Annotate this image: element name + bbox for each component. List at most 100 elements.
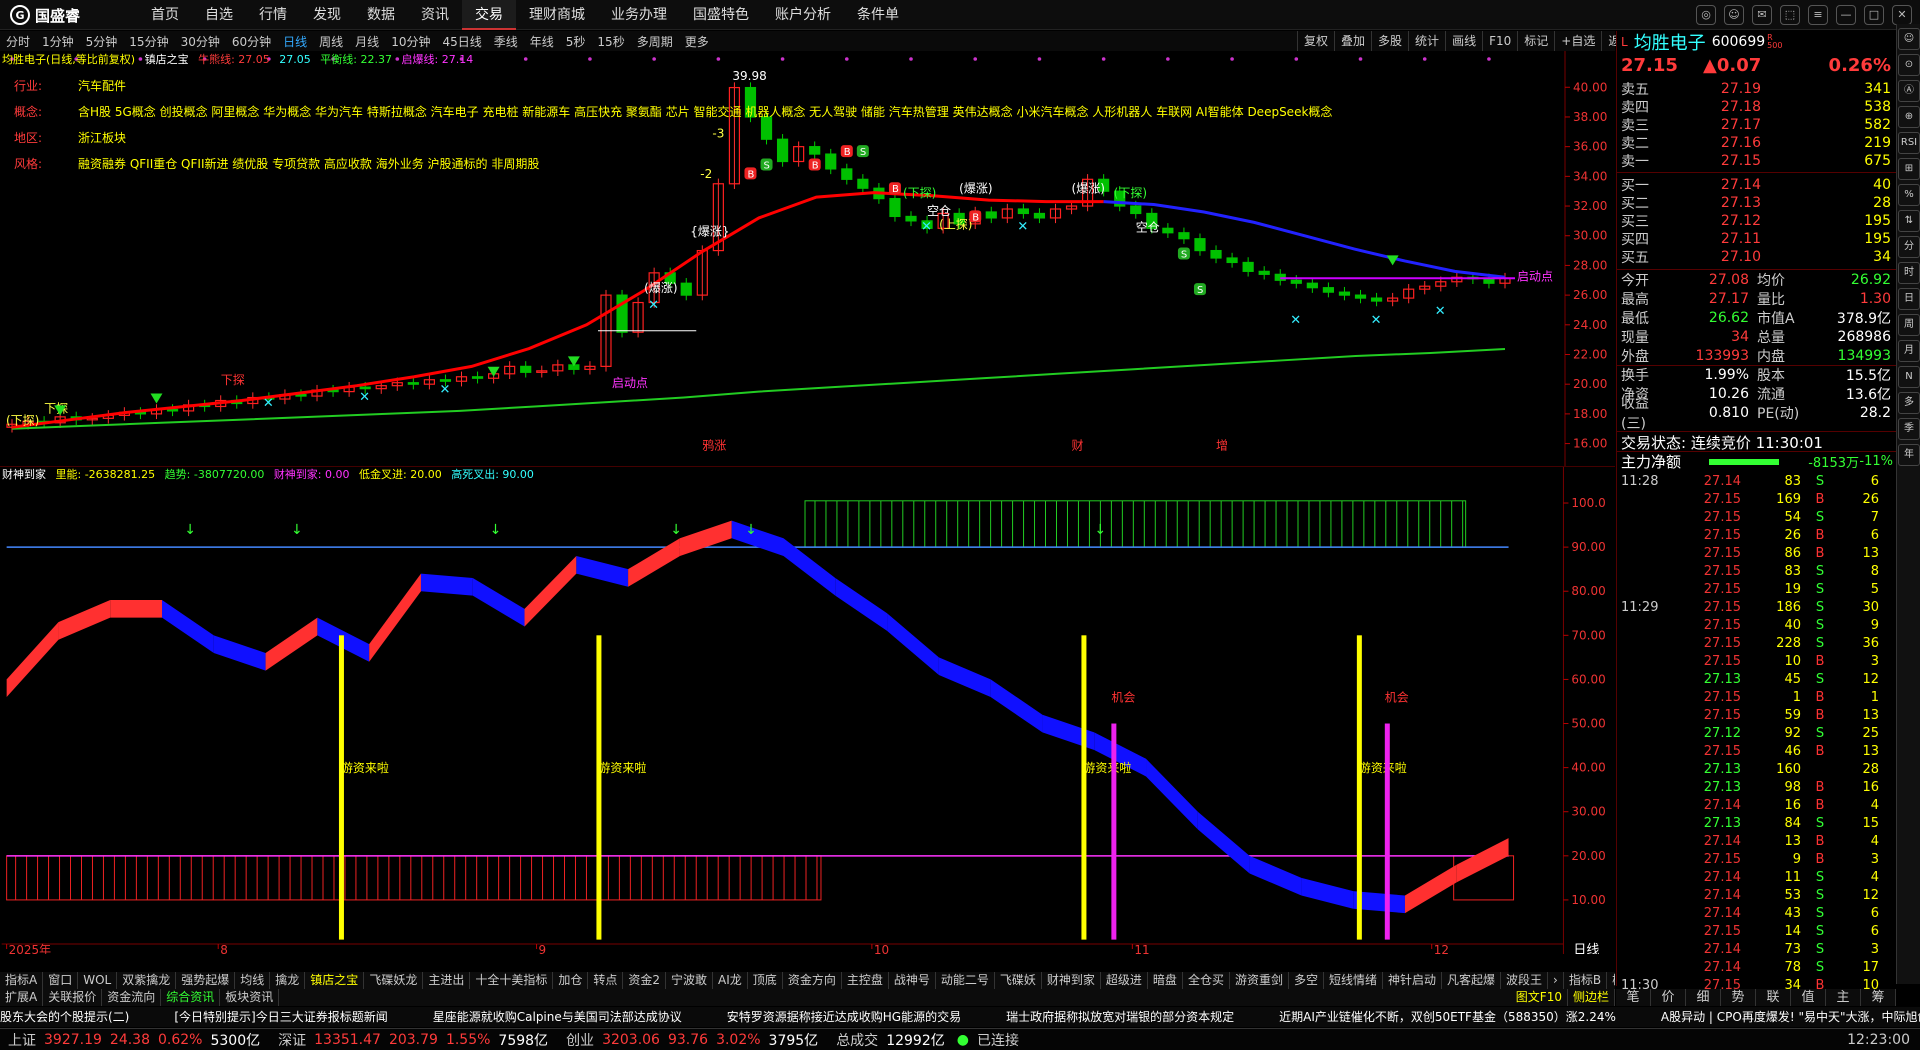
news-item-2[interactable]: 星座能源就收购Calpine与美国司法部达成协议 xyxy=(433,1010,682,1024)
indicator-tab-right-1[interactable]: 模板 xyxy=(1607,972,1615,989)
app-logo[interactable]: G 国盛睿 xyxy=(10,5,80,25)
indicator-tab-17[interactable]: 资金方向 xyxy=(783,972,842,989)
detail-tab-7[interactable]: 筹 xyxy=(1861,989,1896,1006)
indicator-tab-11[interactable]: 加仓 xyxy=(553,972,589,989)
indicator-tab-15[interactable]: AI龙 xyxy=(713,972,748,989)
period-2[interactable]: 5分钟 xyxy=(80,33,124,50)
news-item-0[interactable]: 股东大会的个股提示(二) xyxy=(0,1010,129,1024)
indicator-tab-9[interactable]: 主进出 xyxy=(423,972,471,989)
menu-item-11[interactable]: 条件单 xyxy=(844,0,912,30)
indicator-tab-16[interactable]: 顶底 xyxy=(748,972,783,989)
indicator-tab-26[interactable]: 游资重剑 xyxy=(1230,972,1289,989)
detail-tab-1[interactable]: 价 xyxy=(1651,989,1686,1006)
period-14[interactable]: 15秒 xyxy=(591,33,630,50)
period-11[interactable]: 季线 xyxy=(488,33,524,50)
indicator-tab-more[interactable]: › xyxy=(1548,972,1564,989)
indicator-tab-right-0[interactable]: 指标B xyxy=(1564,972,1608,989)
ext-tab-3[interactable]: 综合资讯 xyxy=(161,989,221,1006)
indicator-tab-27[interactable]: 多空 xyxy=(1289,972,1324,989)
ext-right-1[interactable]: 侧边栏 xyxy=(1568,989,1615,1006)
period-4[interactable]: 30分钟 xyxy=(175,33,226,50)
chat-icon[interactable]: ◎ xyxy=(1696,5,1716,25)
maximize-icon[interactable]: □ xyxy=(1864,5,1884,25)
indicator-tab-28[interactable]: 短线情绪 xyxy=(1324,972,1383,989)
chart-tool-2[interactable]: 多股 xyxy=(1371,31,1408,51)
sidebar-btn-8[interactable]: 分 xyxy=(1898,236,1920,258)
menu-item-3[interactable]: 发现 xyxy=(300,0,354,30)
period-9[interactable]: 10分钟 xyxy=(385,33,436,50)
menu-item-6[interactable]: 交易 xyxy=(462,0,516,30)
period-5[interactable]: 60分钟 xyxy=(226,33,277,50)
period-8[interactable]: 月线 xyxy=(349,33,385,50)
sidebar-btn-3[interactable]: ⊕ xyxy=(1898,106,1920,128)
period-6[interactable]: 日线 xyxy=(277,33,313,50)
menu-item-2[interactable]: 行情 xyxy=(246,0,300,30)
chart-tool-4[interactable]: 画线 xyxy=(1445,31,1482,51)
indicator-tab-31[interactable]: 波段王 xyxy=(1501,972,1549,989)
sidebar-btn-9[interactable]: 时 xyxy=(1898,262,1920,284)
indicator-tab-3[interactable]: 双紫擒龙 xyxy=(117,972,177,989)
indicator-tab-12[interactable]: 转点 xyxy=(588,972,624,989)
sidebar-btn-1[interactable]: ⊙ xyxy=(1898,54,1920,76)
indicator-tab-7[interactable]: 镇店之宝 xyxy=(305,972,365,989)
indicator-tab-25[interactable]: 全仓买 xyxy=(1183,972,1230,989)
sidebar-btn-12[interactable]: 月 xyxy=(1898,340,1920,362)
indicator-tab-2[interactable]: WOL xyxy=(78,972,118,989)
indicator-tab-5[interactable]: 均线 xyxy=(235,972,271,989)
indicator-tab-23[interactable]: 超级进 xyxy=(1101,972,1148,989)
status-sz-label[interactable]: 深证 xyxy=(278,1030,306,1050)
period-indicator[interactable]: 日线 xyxy=(1573,943,1599,954)
user-icon[interactable]: ☺ xyxy=(1724,5,1744,25)
chart-tool-6[interactable]: 标记 xyxy=(1517,31,1554,51)
detail-tab-2[interactable]: 细 xyxy=(1686,989,1721,1006)
sidebar-btn-0[interactable]: ☺ xyxy=(1898,28,1920,50)
sub-indicator-chart[interactable]: 100.0 90.00 80.00 70.00 60.00 50.00 40.00 30.00… xyxy=(0,466,1615,954)
menu-item-10[interactable]: 账户分析 xyxy=(762,0,844,30)
detail-tab-5[interactable]: 值 xyxy=(1791,989,1826,1006)
indicator-tab-19[interactable]: 战神号 xyxy=(889,972,936,989)
mail-icon[interactable]: ✉ xyxy=(1752,5,1772,25)
period-12[interactable]: 年线 xyxy=(524,33,560,50)
period-16[interactable]: 更多 xyxy=(679,33,715,50)
detail-tab-4[interactable]: 联 xyxy=(1756,989,1791,1006)
close-icon[interactable]: ✕ xyxy=(1892,5,1912,25)
sidebar-btn-7[interactable]: ⇅ xyxy=(1898,210,1920,232)
status-sh-label[interactable]: 上证 xyxy=(8,1030,36,1050)
indicator-tab-8[interactable]: 飞碟妖龙 xyxy=(364,972,424,989)
menu-icon[interactable]: ≡ xyxy=(1808,5,1828,25)
indicator-tab-24[interactable]: 暗盘 xyxy=(1148,972,1183,989)
sidebar-btn-16[interactable]: 年 xyxy=(1898,444,1920,466)
menu-item-0[interactable]: 首页 xyxy=(138,0,192,30)
indicator-name[interactable]: 镇店之宝 xyxy=(145,53,189,66)
period-3[interactable]: 15分钟 xyxy=(123,33,174,50)
indicator-tab-10[interactable]: 十全十美指标 xyxy=(470,972,554,989)
menu-item-5[interactable]: 资讯 xyxy=(408,0,462,30)
news-item-1[interactable]: [今日特别提示]今日三大证券报标题新闻 xyxy=(174,1010,387,1024)
sidebar-btn-15[interactable]: 季 xyxy=(1898,418,1920,440)
sidebar-btn-6[interactable]: % xyxy=(1898,184,1920,206)
chart-tool-5[interactable]: F10 xyxy=(1482,31,1517,51)
period-15[interactable]: 多周期 xyxy=(631,33,679,50)
period-1[interactable]: 1分钟 xyxy=(36,33,80,50)
detail-tab-6[interactable]: 主 xyxy=(1826,989,1861,1006)
period-0[interactable]: 分时 xyxy=(0,33,36,50)
menu-item-4[interactable]: 数据 xyxy=(354,0,408,30)
indicator-tab-30[interactable]: 凡客起爆 xyxy=(1442,972,1502,989)
sidebar-btn-14[interactable]: 多 xyxy=(1898,392,1920,414)
detail-tab-0[interactable]: 笔 xyxy=(1616,989,1651,1006)
indicator-tab-29[interactable]: 神针启动 xyxy=(1383,972,1443,989)
period-7[interactable]: 周线 xyxy=(313,33,349,50)
sidebar-btn-2[interactable]: Ⓐ xyxy=(1898,80,1920,102)
news-item-5[interactable]: 近期AI产业链催化不断，双创50ETF基金（588350）涨2.24% xyxy=(1279,1010,1616,1024)
indicator-tab-20[interactable]: 动能二号 xyxy=(936,972,995,989)
chart-tool-3[interactable]: 统计 xyxy=(1408,31,1445,51)
ext-tab-1[interactable]: 关联报价 xyxy=(43,989,103,1006)
sidebar-btn-11[interactable]: 周 xyxy=(1898,314,1920,336)
indicator-tab-4[interactable]: 强势起爆 xyxy=(176,972,236,989)
indicator-tab-0[interactable]: 指标A xyxy=(0,972,44,989)
period-10[interactable]: 45日线 xyxy=(436,33,487,50)
menu-item-8[interactable]: 业务办理 xyxy=(598,0,680,30)
chart-tool-0[interactable]: 复权 xyxy=(1297,31,1334,51)
period-13[interactable]: 5秒 xyxy=(560,33,592,50)
detail-tab-3[interactable]: 势 xyxy=(1721,989,1756,1006)
